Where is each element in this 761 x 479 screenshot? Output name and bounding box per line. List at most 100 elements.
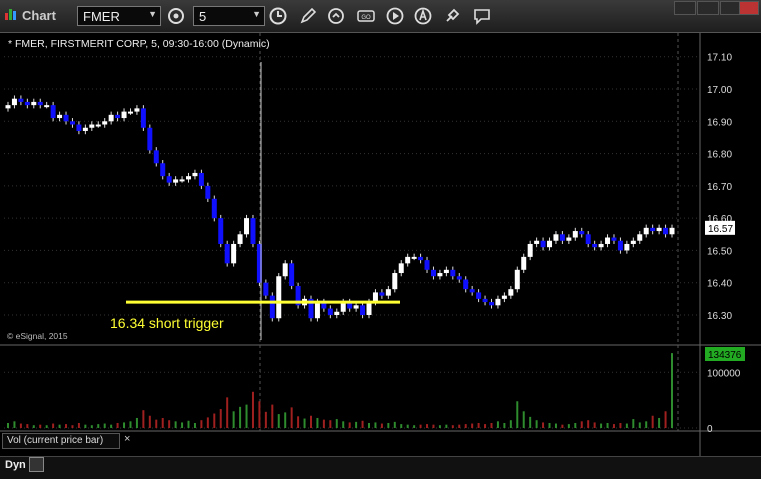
window-title: Chart [22, 8, 56, 23]
candle [566, 237, 572, 241]
price-tick-label: 17.00 [707, 85, 732, 96]
copyright: © eSignal, 2015 [7, 331, 68, 341]
price-tick-label: 17.10 [707, 53, 732, 64]
chevron-down-icon[interactable]: ▼ [252, 9, 261, 19]
candle [624, 243, 630, 251]
candle [379, 292, 385, 296]
comment-icon[interactable] [472, 6, 492, 26]
candle [173, 179, 179, 183]
candle [405, 256, 411, 264]
candle [495, 298, 501, 306]
candle [398, 263, 404, 274]
candle [11, 98, 17, 106]
candle [50, 105, 56, 119]
candle [89, 124, 95, 128]
candle [611, 237, 617, 241]
go-to-icon[interactable]: GO [356, 6, 376, 26]
candle [630, 240, 636, 244]
last-price-label: 16.57 [708, 224, 733, 235]
candle [76, 124, 82, 131]
candle [44, 105, 50, 108]
price-tick-label: 16.90 [707, 117, 732, 128]
candle [534, 240, 540, 244]
candle [237, 234, 243, 244]
candle [514, 269, 520, 290]
candle [482, 298, 488, 303]
candle [31, 101, 37, 106]
candle [127, 111, 133, 114]
candle [450, 269, 456, 277]
candle [443, 269, 449, 274]
symbol-input[interactable]: FMER ▼ [77, 6, 161, 26]
candle [353, 305, 359, 309]
restore-button[interactable] [697, 1, 719, 15]
candle [250, 218, 256, 244]
chart-header: * FMER, FIRSTMERIT CORP, 5, 09:30-16:00 … [8, 38, 270, 50]
candle [24, 101, 30, 106]
candle [463, 279, 469, 290]
candle [69, 121, 75, 125]
candle [263, 282, 269, 296]
candle [637, 234, 643, 241]
lock-icon[interactable] [29, 457, 44, 472]
candle [179, 179, 185, 182]
tools-icon[interactable] [442, 6, 462, 26]
refresh-icon[interactable] [326, 6, 346, 26]
candle [134, 108, 140, 112]
symbol-value: FMER [83, 9, 120, 24]
candle [198, 172, 204, 186]
time-axis-bar [0, 456, 761, 479]
candle [140, 108, 146, 128]
dynamic-mode[interactable]: Dyn [5, 459, 26, 471]
candle [521, 256, 527, 270]
candle [147, 127, 153, 151]
close-icon[interactable]: × [124, 433, 130, 445]
candle [392, 273, 398, 290]
candle [186, 176, 192, 180]
symbol-settings-icon[interactable] [166, 6, 186, 26]
candle [289, 263, 295, 286]
candle [411, 256, 417, 259]
candle [488, 302, 494, 306]
candle [192, 172, 198, 177]
price-chart[interactable]: 17.1017.0016.9016.8016.7016.6016.5016.40… [0, 33, 761, 456]
candle [366, 302, 372, 315]
candle [153, 150, 159, 164]
candle [269, 295, 275, 319]
candle [160, 163, 166, 177]
candle [37, 101, 43, 106]
last-volume-label: 134376 [708, 350, 742, 361]
candle [82, 127, 88, 131]
candle [231, 243, 237, 264]
volume-panel-label: Vol (current price bar) [2, 433, 120, 449]
draw-pencil-icon[interactable] [298, 6, 318, 26]
close-button[interactable] [739, 1, 759, 15]
candle [224, 243, 230, 264]
chevron-down-icon[interactable]: ▼ [148, 9, 157, 19]
candle [5, 105, 11, 109]
candle [314, 302, 320, 319]
candle [579, 231, 585, 235]
alert-icon[interactable] [413, 6, 433, 26]
candle [95, 124, 101, 127]
candle [108, 114, 114, 122]
candle [385, 289, 391, 296]
minimize-button[interactable] [674, 1, 696, 15]
svg-text:GO: GO [361, 15, 371, 21]
volume-tick-label: 0 [707, 424, 713, 435]
candle [121, 111, 127, 119]
candle [276, 276, 282, 319]
candle [585, 234, 591, 244]
candle [643, 227, 649, 235]
candle [211, 198, 217, 219]
candle [360, 305, 366, 315]
candle [605, 237, 611, 244]
candle [547, 240, 553, 248]
play-icon[interactable] [385, 6, 405, 26]
interval-input[interactable]: 5 ▼ [193, 6, 265, 26]
candle [469, 289, 475, 293]
clock-icon[interactable] [268, 6, 288, 26]
annotation-label: 16.34 short trigger [110, 315, 224, 331]
candle [430, 269, 436, 277]
candle [115, 114, 121, 119]
